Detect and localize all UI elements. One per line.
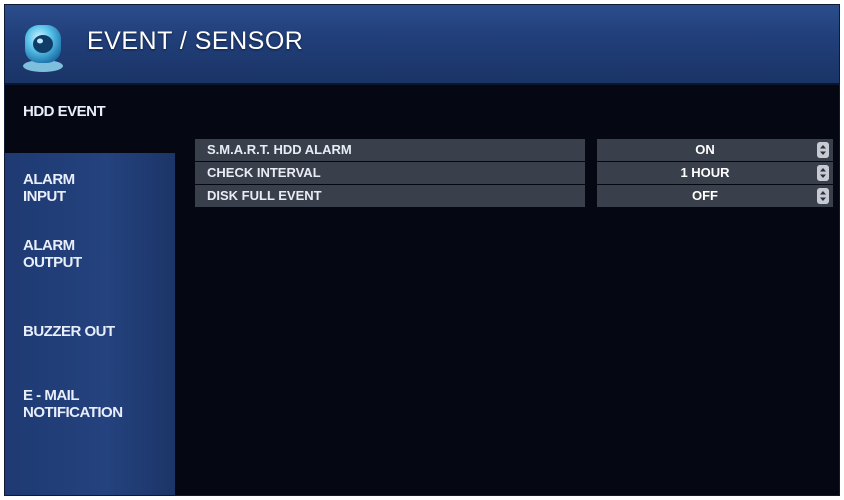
up-down-spinner-icon[interactable] bbox=[817, 165, 829, 181]
disk-full-event-select[interactable]: OFF bbox=[597, 185, 833, 207]
setting-row-smart-hdd-alarm: S.M.A.R.T. HDD ALARM ON bbox=[195, 139, 835, 161]
setting-value: OFF bbox=[692, 188, 718, 203]
setting-value: ON bbox=[695, 142, 715, 157]
setting-row-disk-full-event: DISK FULL EVENT OFF bbox=[195, 185, 835, 207]
up-down-spinner-icon[interactable] bbox=[817, 188, 829, 204]
setting-label: CHECK INTERVAL bbox=[195, 162, 585, 184]
tab-email-notification[interactable]: E - MAIL NOTIFICATION bbox=[5, 387, 175, 421]
setting-label: S.M.A.R.T. HDD ALARM bbox=[195, 139, 585, 161]
event-sensor-window: EVENT / SENSOR HDD EVENT ALARM INPUT ALA… bbox=[4, 4, 840, 496]
sidebar: HDD EVENT ALARM INPUT ALARM OUTPUT BUZZE… bbox=[5, 85, 175, 495]
tab-label: E - MAIL NOTIFICATION bbox=[23, 387, 123, 421]
setting-label: DISK FULL EVENT bbox=[195, 185, 585, 207]
tab-hdd-event[interactable]: HDD EVENT bbox=[5, 85, 175, 153]
page-title: EVENT / SENSOR bbox=[87, 27, 304, 55]
tab-label: HDD EVENT bbox=[23, 103, 106, 120]
tab-alarm-output[interactable]: ALARM OUTPUT bbox=[5, 237, 175, 271]
setting-row-check-interval: CHECK INTERVAL 1 HOUR bbox=[195, 162, 835, 184]
up-down-spinner-icon[interactable] bbox=[817, 142, 829, 158]
tab-alarm-input[interactable]: ALARM INPUT bbox=[5, 171, 175, 205]
settings-panel: S.M.A.R.T. HDD ALARM ON CHECK INTERVAL 1… bbox=[195, 139, 835, 208]
tab-label: ALARM OUTPUT bbox=[23, 237, 82, 271]
tab-label: BUZZER OUT bbox=[23, 323, 115, 340]
title-bar: EVENT / SENSOR bbox=[5, 5, 839, 85]
check-interval-select[interactable]: 1 HOUR bbox=[597, 162, 833, 184]
tab-label: ALARM INPUT bbox=[23, 171, 75, 205]
camera-icon bbox=[23, 25, 63, 72]
setting-value: 1 HOUR bbox=[680, 165, 730, 180]
tab-buzzer-out[interactable]: BUZZER OUT bbox=[5, 323, 175, 340]
smart-hdd-alarm-select[interactable]: ON bbox=[597, 139, 833, 161]
